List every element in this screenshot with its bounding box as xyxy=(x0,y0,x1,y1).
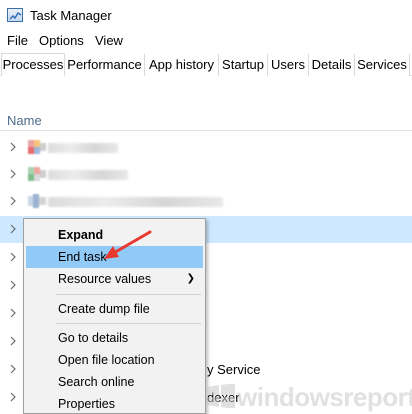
ctx-expand[interactable]: Expand xyxy=(26,224,203,246)
column-name-header[interactable]: Name xyxy=(7,113,42,128)
chevron-right-icon[interactable] xyxy=(8,168,18,180)
menu-view[interactable]: View xyxy=(95,33,123,48)
blurred-process-name xyxy=(48,197,223,207)
windows-logo-icon xyxy=(207,384,235,408)
tab-services[interactable]: Services xyxy=(355,54,410,76)
tab-details[interactable]: Details xyxy=(309,54,355,76)
chevron-right-icon[interactable] xyxy=(8,141,18,153)
chevron-right-icon[interactable] xyxy=(8,391,18,403)
tab-users[interactable]: Users xyxy=(268,54,309,76)
tab-strip: Processes Performance App history Startu… xyxy=(0,53,412,76)
ctx-create-dump-file[interactable]: Create dump file xyxy=(26,298,203,320)
process-row[interactable] xyxy=(0,188,412,215)
tab-app-history[interactable]: App history xyxy=(145,54,219,76)
menu-separator xyxy=(56,294,201,295)
menu-options[interactable]: Options xyxy=(39,33,84,48)
chevron-right-icon[interactable] xyxy=(8,335,18,347)
task-manager-icon xyxy=(7,8,23,22)
ctx-end-task[interactable]: End task xyxy=(26,246,203,268)
ctx-search-online[interactable]: Search online xyxy=(26,371,203,393)
blurred-process-name xyxy=(48,143,118,153)
context-menu: Expand End task Resource values ❯ Create… xyxy=(23,218,206,414)
process-name-service: y Service xyxy=(207,362,261,377)
chevron-right-icon[interactable] xyxy=(8,195,18,207)
header-divider xyxy=(0,130,412,131)
menu-separator xyxy=(56,323,201,324)
chevron-right-icon[interactable] xyxy=(8,223,18,235)
menu-file[interactable]: File xyxy=(7,33,28,48)
ctx-resource-values[interactable]: Resource values ❯ xyxy=(26,268,203,290)
ctx-open-file-location[interactable]: Open file location xyxy=(26,349,203,371)
ctx-properties[interactable]: Properties xyxy=(26,393,203,414)
watermark: windowsreport xyxy=(205,378,412,414)
title-bar: Task Manager xyxy=(0,0,412,30)
ctx-resource-values-label: Resource values xyxy=(58,272,152,286)
window-title: Task Manager xyxy=(30,8,112,23)
chevron-right-icon[interactable] xyxy=(8,251,18,263)
submenu-arrow-icon: ❯ xyxy=(186,273,195,284)
column-header: Name xyxy=(0,76,412,130)
tab-processes[interactable]: Processes xyxy=(1,53,65,76)
chevron-right-icon[interactable] xyxy=(8,279,18,291)
watermark-text: windowsreport xyxy=(237,382,412,412)
process-row[interactable] xyxy=(0,134,412,161)
menu-bar: File Options View xyxy=(0,30,412,52)
chevron-right-icon[interactable] xyxy=(8,307,18,319)
tab-startup[interactable]: Startup xyxy=(219,54,268,76)
app-icon xyxy=(28,194,46,208)
blurred-process-name xyxy=(48,170,128,180)
process-row[interactable] xyxy=(0,161,412,188)
ctx-go-to-details[interactable]: Go to details xyxy=(26,327,203,349)
app-icon xyxy=(28,167,46,181)
chevron-right-icon[interactable] xyxy=(8,363,18,375)
tab-performance[interactable]: Performance xyxy=(65,54,145,76)
app-icon xyxy=(28,140,46,154)
